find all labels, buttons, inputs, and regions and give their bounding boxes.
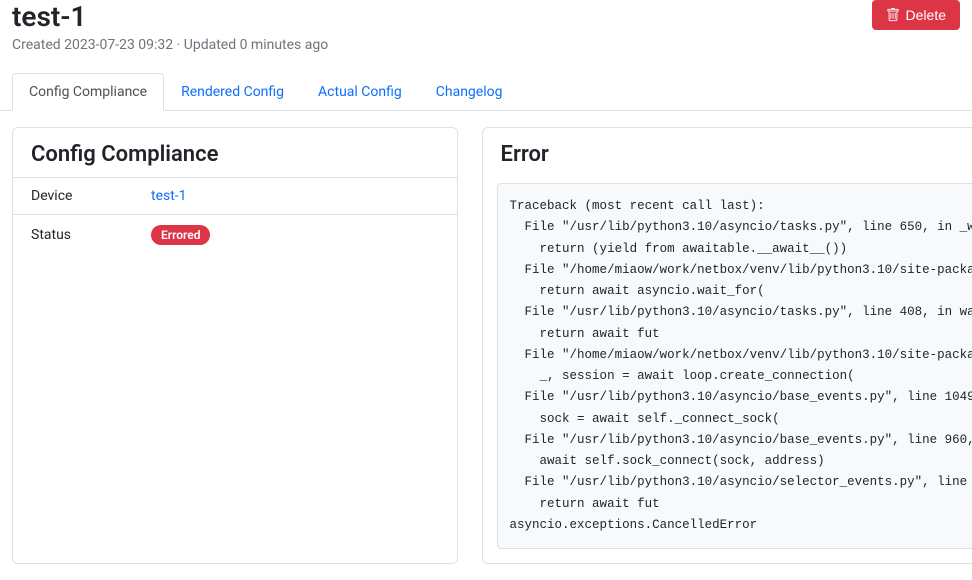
status-badge: Errored xyxy=(151,225,210,245)
page-title: test-1 xyxy=(12,0,872,33)
compliance-card-title: Config Compliance xyxy=(13,128,457,177)
compliance-info-table: Device test-1 Status Errored xyxy=(13,177,457,255)
device-label: Device xyxy=(13,178,133,215)
table-row: Device test-1 xyxy=(13,178,457,215)
header-left: test-1 Created 2023-07-23 09:32 · Update… xyxy=(12,0,872,53)
status-label: Status xyxy=(13,215,133,256)
status-value-cell: Errored xyxy=(133,215,457,256)
device-value-cell: test-1 xyxy=(133,178,457,215)
delete-button-label: Delete xyxy=(906,7,946,23)
table-row: Status Errored xyxy=(13,215,457,256)
error-card-title: Error xyxy=(483,128,972,177)
compliance-card: Config Compliance Device test-1 Status E… xyxy=(12,127,458,564)
delete-button[interactable]: Delete xyxy=(872,0,960,30)
error-traceback: Traceback (most recent call last): File … xyxy=(497,183,972,549)
content: Config Compliance Device test-1 Status E… xyxy=(0,111,972,580)
page-meta: Created 2023-07-23 09:32 · Updated 0 min… xyxy=(12,37,872,53)
trash-icon xyxy=(886,8,900,22)
tab-config-compliance[interactable]: Config Compliance xyxy=(12,73,164,111)
error-card: Error Traceback (most recent call last):… xyxy=(482,127,972,564)
tab-changelog[interactable]: Changelog xyxy=(419,73,520,111)
tab-rendered-config[interactable]: Rendered Config xyxy=(164,73,301,111)
page-header: test-1 Created 2023-07-23 09:32 · Update… xyxy=(0,0,972,61)
tab-actual-config[interactable]: Actual Config xyxy=(301,73,419,111)
device-link[interactable]: test-1 xyxy=(151,188,187,204)
tabs: Config Compliance Rendered Config Actual… xyxy=(0,73,972,111)
